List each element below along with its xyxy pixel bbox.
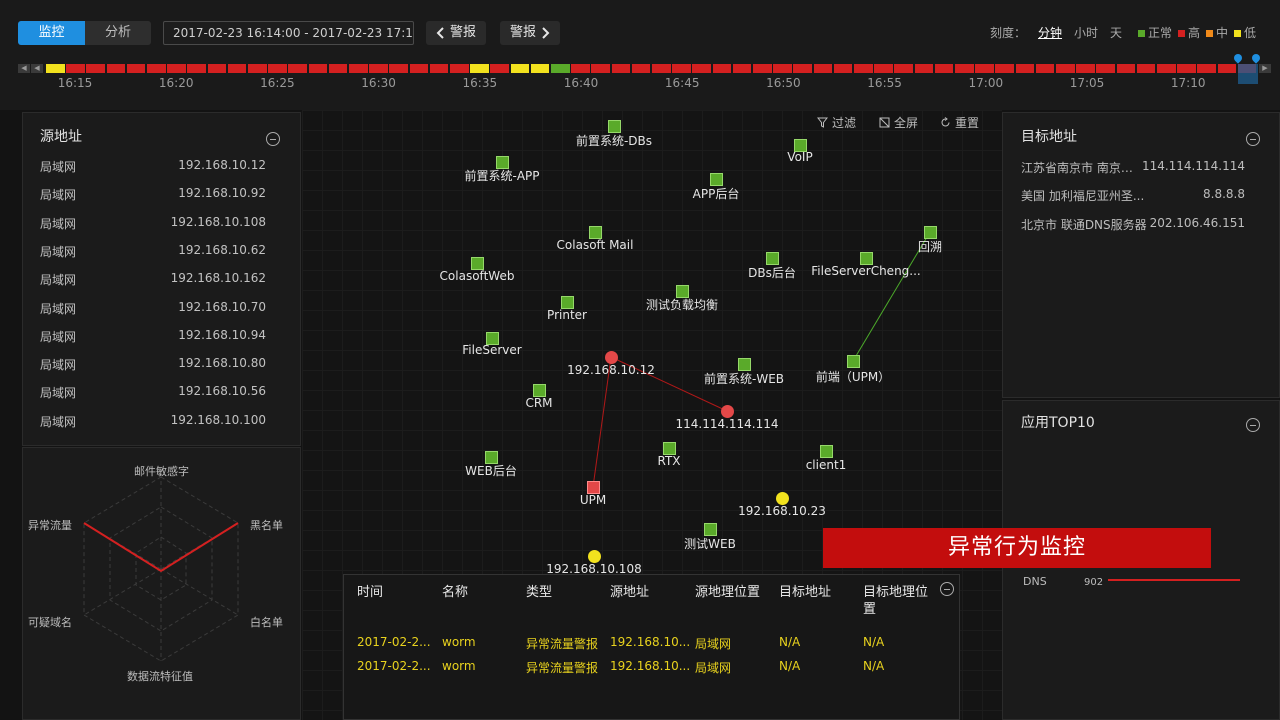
destination-location: 江苏省南京市 南京信... [1021,161,1142,175]
node-label: APP后台 [692,187,740,201]
destination-location: 美国 加利福尼亚州圣... [1021,189,1145,203]
table-header: 类型 [526,585,553,600]
node-label: UPM [579,493,607,507]
table-cell[interactable]: 2017-02-2... [357,659,431,673]
destination-ip: 202.106.46.151 [1149,216,1245,230]
node-label: 192.168.10.12 [567,363,655,377]
server-node[interactable] [820,445,833,458]
table-cell[interactable]: 异常流量警报 [526,659,598,676]
table-cell[interactable]: worm [442,659,476,673]
node-label: Colasoft Mail [556,238,634,252]
table-header: 源地理位置 [695,585,761,600]
table-cell[interactable]: 异常流量警报 [526,635,598,652]
node-label: VoIP [787,150,813,164]
table-cell[interactable]: worm [442,635,476,649]
destination-ip: 8.8.8.8 [1203,187,1245,201]
node-label: 前置系统-APP [464,169,540,183]
table-header: 目标地理位置 [863,585,929,617]
node-label: client1 [805,458,847,472]
destination-row[interactable]: 美国 加利福尼亚州圣... 8.8.8.8 [1021,187,1245,204]
destination-panel [1002,112,1280,398]
server-node[interactable] [847,355,860,368]
table-header: 名称 [442,585,469,600]
table-header: 目标地址 [779,585,832,600]
destination-row[interactable]: 江苏省南京市 南京信... 114.114.114.114 [1021,159,1245,176]
node-label: Printer [547,308,587,322]
table-header: 源地址 [610,585,650,600]
table-header: 时间 [357,585,384,600]
table-cell[interactable]: N/A [779,635,800,649]
table-cell[interactable]: N/A [863,635,884,649]
table-cell[interactable]: N/A [779,659,800,673]
alarm-table-collapse-icon[interactable] [940,582,954,596]
table-cell[interactable]: 192.168.10... [610,659,690,673]
node-label: CRM [525,396,553,410]
table-cell[interactable]: 2017-02-2... [357,635,431,649]
destination-row[interactable]: 北京市 联通DNS服务器 202.106.46.151 [1021,216,1245,233]
destination-collapse-icon[interactable] [1246,132,1260,146]
page-banner: 异常行为监控 [823,528,1211,568]
app-bar [1108,579,1240,581]
node-label: 前端（UPM） [815,370,891,384]
node-label: FileServerCheng... [811,264,921,278]
node-label: 前置系统-DBs [575,134,653,148]
node-label: 192.168.10.23 [738,504,826,518]
node-label: ColasoftWeb [439,269,515,283]
node-label: 测试负载均衡 [645,298,719,312]
node-label: 测试WEB [684,537,736,551]
node-label: 回溯 [917,240,943,254]
destination-location: 北京市 联通DNS服务器 [1021,218,1147,232]
app-top10-title: 应用TOP10 [1021,415,1095,431]
app-name: DNS [1023,575,1047,588]
node-label: 114.114.114.114 [675,417,779,431]
table-cell[interactable]: N/A [863,659,884,673]
app-top10-collapse-icon[interactable] [1246,418,1260,432]
node-label: RTX [657,454,681,468]
node-label: 前置系统-WEB [703,372,785,386]
table-cell[interactable]: 局域网 [695,659,731,676]
node-label: FileServer [462,343,522,357]
destination-ip: 114.114.114.114 [1141,159,1245,173]
node-label: DBs后台 [748,266,796,280]
destination-panel-title: 目标地址 [1021,129,1077,145]
app-value: 902 [1084,577,1104,588]
table-cell[interactable]: 局域网 [695,635,731,652]
table-cell[interactable]: 192.168.10... [610,635,690,649]
node-label: WEB后台 [465,464,517,478]
